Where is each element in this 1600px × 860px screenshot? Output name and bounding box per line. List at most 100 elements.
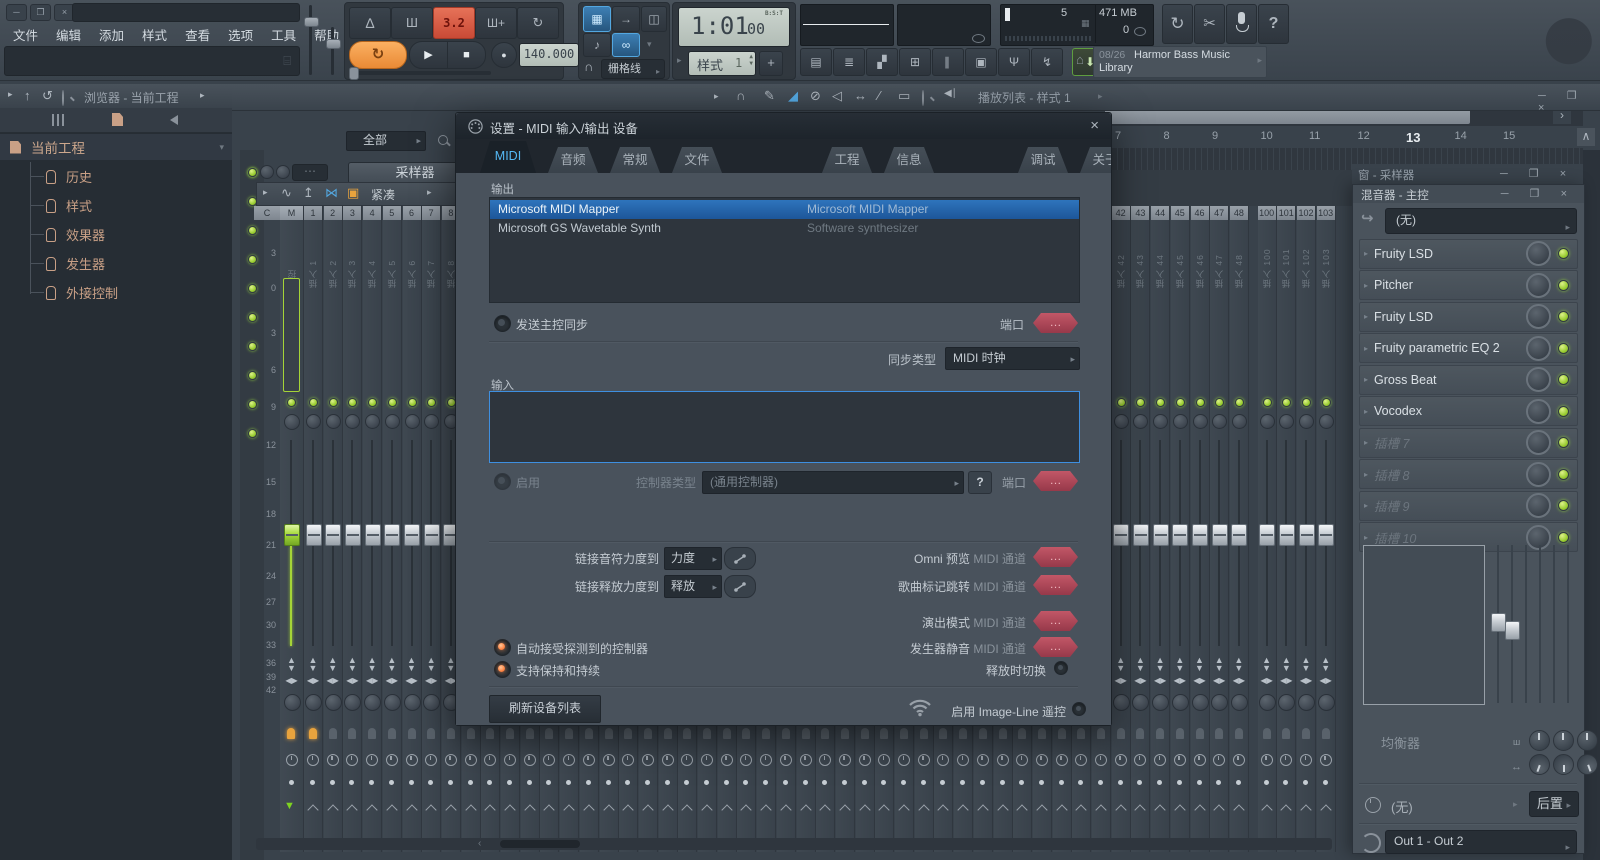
eq-low-freq-knob[interactable]: [1529, 730, 1550, 751]
strip-fader[interactable]: [345, 524, 361, 546]
channel-rack-window-button[interactable]: ≣: [833, 48, 865, 76]
strip-plugin-lamp-icon[interactable]: [762, 728, 770, 739]
strip-fader[interactable]: [1133, 524, 1149, 546]
sidechain-arrow-icon[interactable]: ↪: [1361, 209, 1374, 227]
slot-enable-led[interactable]: [1558, 406, 1569, 417]
strip-pan-arrows-icon[interactable]: ◀▶: [383, 676, 401, 685]
strip-knob2[interactable]: [1152, 694, 1169, 711]
strip-route-icon[interactable]: [623, 804, 634, 815]
post-clock-icon[interactable]: [1365, 797, 1381, 813]
strip-led[interactable]: [368, 398, 377, 407]
slot-arrow-icon[interactable]: ▸: [1364, 375, 1368, 384]
strip-route-icon[interactable]: [307, 804, 318, 815]
strip-fader[interactable]: [365, 524, 381, 546]
strip-route-icon[interactable]: [1281, 804, 1292, 815]
strip-route-icon[interactable]: [957, 804, 968, 815]
strip-plugin-lamp-icon[interactable]: [1176, 728, 1184, 739]
strip-swap-icon[interactable]: ▲▼: [422, 656, 440, 672]
enable-input-radio[interactable]: [494, 473, 511, 490]
browser-item[interactable]: 样式: [0, 191, 232, 220]
strip-fader[interactable]: [1212, 524, 1228, 546]
mixer-menu-icon[interactable]: ▸: [263, 187, 268, 198]
menu-item[interactable]: 文件: [4, 25, 47, 44]
plugin-button[interactable]: Ψ: [998, 48, 1030, 76]
toggle-on-release-radio[interactable]: [1054, 661, 1068, 675]
timeline-number[interactable]: 10: [1251, 126, 1300, 148]
slot-mix-knob[interactable]: [1526, 399, 1551, 424]
browser-tab-snippets-icon[interactable]: [52, 114, 66, 126]
strip-clock-icon[interactable]: [780, 754, 792, 766]
strip-fader[interactable]: [1231, 524, 1247, 546]
strip-plugin-lamp-icon[interactable]: [1235, 728, 1243, 739]
strip-route-icon[interactable]: [1261, 804, 1272, 815]
pattern-song-toggle[interactable]: ↻: [349, 41, 407, 69]
pattern-prev-icon[interactable]: ▸: [677, 55, 682, 66]
strip-clock-icon[interactable]: [583, 754, 595, 766]
slot-arrow-icon[interactable]: ▸: [1364, 501, 1368, 510]
strip-plugin-lamp-icon[interactable]: [1282, 728, 1290, 739]
strip-plugin-lamp-icon[interactable]: [486, 728, 494, 739]
strip-plugin-lamp-icon[interactable]: [939, 728, 947, 739]
slot-enable-led[interactable]: [1558, 248, 1569, 259]
brush-icon[interactable]: ◢: [788, 88, 798, 104]
strip-swap-icon[interactable]: ▲▼: [1230, 656, 1248, 672]
strip-route-icon[interactable]: [386, 804, 397, 815]
mixer-strip[interactable]: 100插入 100▲▼◀▶: [1258, 206, 1277, 852]
strip-led[interactable]: [1322, 398, 1331, 407]
strip-swap-icon[interactable]: ▲▼: [1151, 656, 1169, 672]
eq-mid-freq-knob[interactable]: [1553, 730, 1574, 751]
strip-route-icon[interactable]: [938, 804, 949, 815]
mixer-h-scrollbar[interactable]: ‹: [256, 838, 1332, 850]
master-pan-arrows-icon[interactable]: ◀▶: [280, 676, 303, 685]
slot-mix-knob[interactable]: [1526, 304, 1551, 329]
mixer-strip[interactable]: 103插入 103▲▼◀▶: [1317, 206, 1336, 852]
strip-pan-arrows-icon[interactable]: ◀▶: [1112, 676, 1130, 685]
copy-button[interactable]: ▣: [965, 48, 997, 76]
strip-clock-icon[interactable]: [622, 754, 634, 766]
strip-led[interactable]: [1263, 398, 1272, 407]
strip-clock-icon[interactable]: [1174, 754, 1186, 766]
strip-plugin-lamp-icon[interactable]: [1077, 728, 1085, 739]
strip-plugin-lamp-icon[interactable]: [545, 728, 553, 739]
strip-pan-knob[interactable]: [345, 414, 360, 429]
strip-route-icon[interactable]: [426, 804, 437, 815]
strip-clock-icon[interactable]: [859, 754, 871, 766]
strip-pan-arrows-icon[interactable]: ◀▶: [1210, 676, 1228, 685]
mixer-strip[interactable]: 3插入 3▲▼◀▶: [343, 206, 362, 852]
strip-clock-icon[interactable]: [800, 754, 812, 766]
time-mode-label[interactable]: B:S:T: [765, 10, 783, 17]
channel-rack-window-controls[interactable]: ─ ❐ ×: [1500, 167, 1575, 180]
strip-fader[interactable]: [424, 524, 440, 546]
scroll-thumb[interactable]: [500, 840, 580, 848]
browser-item[interactable]: 发生器: [0, 249, 232, 278]
mixer-strip[interactable]: 7插入 7▲▼◀▶: [422, 206, 441, 852]
strip-route-icon[interactable]: [721, 804, 732, 815]
strip-plugin-lamp-icon[interactable]: [742, 728, 750, 739]
strip-pan-knob[interactable]: [1212, 414, 1227, 429]
eq-mid-gain-knob[interactable]: [1553, 754, 1574, 775]
playlist-window-controls[interactable]: ─ ❐ ×: [1538, 89, 1600, 114]
rack-led[interactable]: [248, 168, 257, 177]
sync-button[interactable]: ↻: [1162, 4, 1193, 44]
main-volume-slider[interactable]: [309, 5, 312, 75]
slot-arrow-icon[interactable]: ▸: [1364, 470, 1368, 479]
strip-led[interactable]: [1136, 398, 1145, 407]
strip-pan-arrows-icon[interactable]: ◀▶: [422, 676, 440, 685]
strip-clock-icon[interactable]: [898, 754, 910, 766]
output-port-selector[interactable]: …: [1033, 313, 1078, 333]
strip-route-icon[interactable]: [1174, 804, 1185, 815]
countdown-button[interactable]: 3.2: [433, 7, 475, 39]
strip-plugin-lamp-icon[interactable]: [388, 728, 396, 739]
strip-swap-icon[interactable]: ▲▼: [1258, 656, 1276, 672]
performance-mode-selector[interactable]: …: [1033, 611, 1078, 631]
strip-clock-icon[interactable]: [1194, 754, 1206, 766]
mixer-view-label[interactable]: 紧凑: [371, 186, 395, 203]
slot-mix-knob[interactable]: [1526, 241, 1551, 266]
effect-slot[interactable]: ▸ Fruity parametric EQ 2: [1359, 333, 1578, 363]
refresh-device-list-button[interactable]: 刷新设备列表: [489, 695, 601, 723]
strip-plugin-lamp-icon[interactable]: [1322, 728, 1330, 739]
output-device-row[interactable]: Microsoft GS Wavetable Synth Software sy…: [490, 219, 1079, 238]
timeline-number[interactable]: 9: [1202, 126, 1251, 148]
hint-next-icon[interactable]: ▸: [1257, 55, 1262, 66]
stop-button[interactable]: ■: [447, 41, 486, 69]
